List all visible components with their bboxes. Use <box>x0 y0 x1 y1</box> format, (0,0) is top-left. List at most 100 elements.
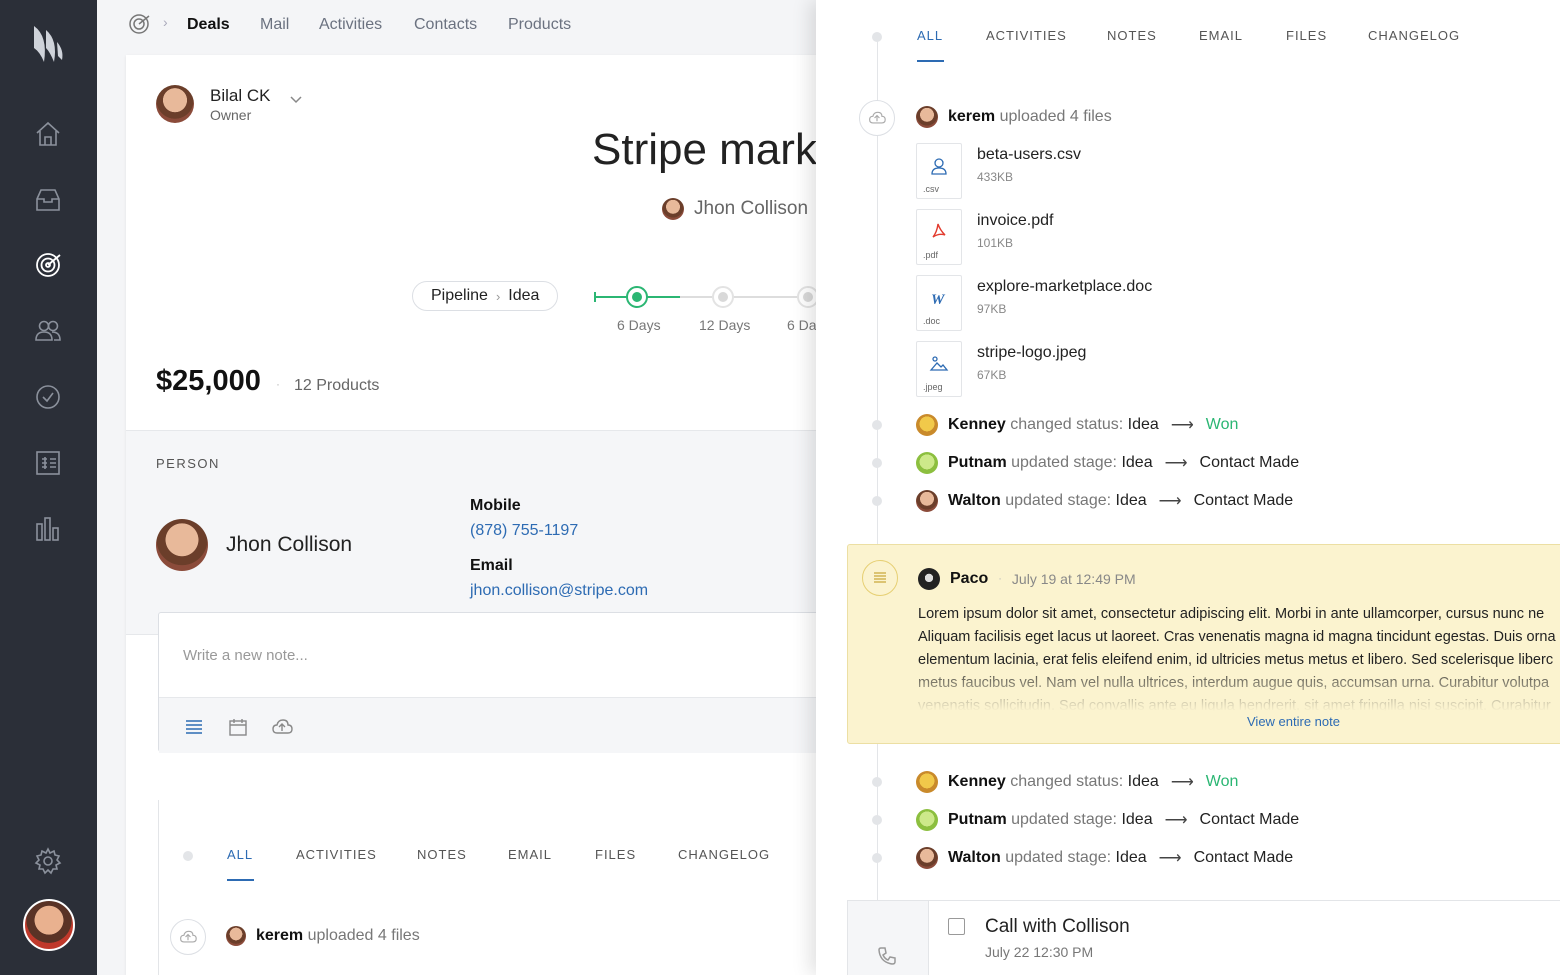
tab-files[interactable]: FILES <box>1286 28 1327 43</box>
file-name[interactable]: explore-marketplace.doc <box>977 278 1152 296</box>
tab-files[interactable]: FILES <box>595 847 636 862</box>
nav-products[interactable]: Products <box>508 16 571 34</box>
call-date: July 22 12:30 PM <box>985 944 1094 960</box>
tab-changelog[interactable]: CHANGELOG <box>678 847 770 862</box>
owner-role: Owner <box>210 107 252 123</box>
stage-dot-1[interactable] <box>626 286 648 308</box>
stage-days-1: 6 Days <box>617 317 661 333</box>
file-size: 97KB <box>977 302 1007 316</box>
file-thumbnail: .csv <box>916 143 962 199</box>
event-to: Won <box>1205 416 1239 433</box>
owner-selector[interactable]: Bilal CK Owner <box>156 85 302 123</box>
kerem-avatar <box>916 106 938 128</box>
event-from: Idea <box>1127 773 1159 790</box>
email-link[interactable]: jhon.collison@stripe.com <box>470 582 648 600</box>
file-ext: .pdf <box>923 250 939 260</box>
event-actor[interactable]: Putnam <box>948 454 1007 472</box>
activity-panel: ALL ACTIVITIES NOTES EMAIL FILES CHANGEL… <box>816 0 1560 975</box>
deals-target-icon[interactable] <box>33 250 63 280</box>
stage-change-event: Walton updated stage: Idea ⟶ Contact Mad… <box>916 490 1293 512</box>
tab-email[interactable]: EMAIL <box>508 847 552 862</box>
nav-contacts[interactable]: Contacts <box>414 16 477 34</box>
upload-event: kerem uploaded 4 files <box>916 106 1112 128</box>
note-body: Lorem ipsum dolor sit amet, consectetur … <box>918 603 1560 711</box>
tab-active-indicator <box>227 879 254 881</box>
tab-notes[interactable]: NOTES <box>417 847 467 862</box>
brand-logo-icon[interactable] <box>30 22 70 66</box>
event-actor[interactable]: kerem <box>256 927 303 945</box>
timeline-dot <box>872 32 882 42</box>
event-to: Won <box>1205 773 1239 790</box>
tab-all[interactable]: ALL <box>227 847 253 862</box>
chevron-right-icon: › <box>495 288 501 304</box>
event-to: Contact Made <box>1193 849 1294 866</box>
image-icon <box>929 356 949 371</box>
calendar-icon[interactable] <box>227 716 249 738</box>
file-name[interactable]: beta-users.csv <box>977 146 1081 164</box>
file-item[interactable]: .jpeg stripe-logo.jpeg 67KB <box>916 341 1316 397</box>
inbox-icon[interactable] <box>33 185 63 215</box>
call-title[interactable]: Call with Collison <box>985 916 1130 938</box>
mobile-link[interactable]: (878) 755-1197 <box>470 522 578 540</box>
timeline-dot <box>872 777 882 787</box>
nav-deals[interactable]: Deals <box>187 16 230 34</box>
tab-changelog[interactable]: CHANGELOG <box>1368 28 1460 43</box>
view-entire-note-link[interactable]: View entire note <box>1247 714 1340 729</box>
note-header: Paco · July 19 at 12:49 PM <box>918 568 1136 590</box>
file-item[interactable]: .pdf invoice.pdf 101KB <box>916 209 1316 265</box>
event-from: Idea <box>1115 492 1147 509</box>
separator-dot: · <box>276 377 280 391</box>
file-thumbnail: .jpeg <box>916 341 962 397</box>
event-actor[interactable]: Kenney <box>948 773 1006 791</box>
deal-contact[interactable]: Jhon Collison <box>662 198 808 220</box>
phone-icon <box>878 947 896 965</box>
home-icon[interactable] <box>33 119 63 149</box>
stage-dot-3[interactable] <box>797 286 817 308</box>
person-name[interactable]: Jhon Collison <box>226 533 352 557</box>
activities-check-icon[interactable] <box>33 382 63 412</box>
upload-cloud-icon[interactable] <box>271 716 293 738</box>
pipeline-selector[interactable]: Pipeline › Idea <box>412 281 559 311</box>
sidebar <box>0 0 97 975</box>
owner-avatar <box>156 85 194 123</box>
stage-dot-2[interactable] <box>712 286 734 308</box>
note-author[interactable]: Paco <box>950 570 988 588</box>
event-actor[interactable]: Walton <box>948 492 1001 510</box>
event-actor[interactable]: Putnam <box>948 811 1007 829</box>
note-toolbar <box>159 697 817 753</box>
event-actor[interactable]: Walton <box>948 849 1001 867</box>
tab-active-indicator <box>917 60 944 62</box>
chevron-down-icon[interactable] <box>288 91 304 107</box>
invoice-icon[interactable] <box>33 448 63 478</box>
call-done-checkbox[interactable] <box>948 918 965 935</box>
note-lines-icon[interactable] <box>183 716 205 738</box>
tab-activities[interactable]: ACTIVITIES <box>296 847 377 862</box>
event-verb: updated stage: <box>1005 492 1112 509</box>
tab-email[interactable]: EMAIL <box>1199 28 1243 43</box>
settings-gear-icon[interactable] <box>33 846 63 876</box>
event-action: uploaded 4 files <box>307 927 420 944</box>
event-verb: updated stage: <box>1005 849 1112 866</box>
deals-target-icon[interactable] <box>127 12 151 36</box>
kenney-avatar <box>916 414 938 436</box>
reports-chart-icon[interactable] <box>33 514 63 544</box>
note-input[interactable] <box>159 613 817 697</box>
nav-mail[interactable]: Mail <box>260 16 289 34</box>
tab-notes[interactable]: NOTES <box>1107 28 1157 43</box>
file-item[interactable]: W .doc explore-marketplace.doc 97KB <box>916 275 1316 331</box>
feed-upload-event: kerem uploaded 4 files <box>226 926 420 946</box>
tab-activities[interactable]: ACTIVITIES <box>986 28 1067 43</box>
file-name[interactable]: invoice.pdf <box>977 212 1054 230</box>
file-item[interactable]: .csv beta-users.csv 433KB <box>916 143 1316 199</box>
tab-all[interactable]: ALL <box>917 28 943 43</box>
nav-activities[interactable]: Activities <box>319 16 382 34</box>
deal-products[interactable]: 12 Products <box>294 377 379 395</box>
status-change-event: Kenney changed status: Idea ⟶ Won <box>916 414 1238 436</box>
event-actor[interactable]: kerem <box>948 108 995 126</box>
event-actor[interactable]: Kenney <box>948 416 1006 434</box>
user-avatar[interactable] <box>23 899 75 951</box>
upload-event-icon <box>170 919 206 955</box>
file-name[interactable]: stripe-logo.jpeg <box>977 344 1086 362</box>
contacts-icon[interactable] <box>33 315 63 345</box>
pdf-icon <box>932 223 946 238</box>
